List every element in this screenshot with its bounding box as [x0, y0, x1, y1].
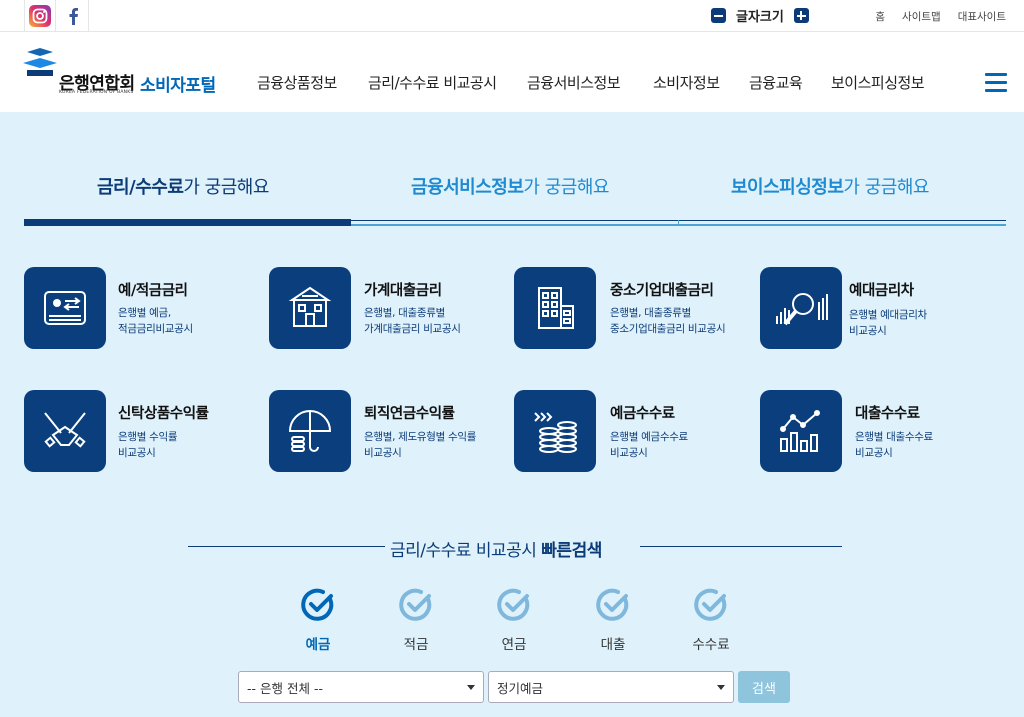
nav-financial-education[interactable]: 금융교육 — [749, 72, 803, 93]
tab-divider — [678, 220, 679, 226]
tab-rest: 가 궁금해요 — [523, 177, 609, 198]
check-circle-icon — [301, 588, 334, 621]
menu-hamburger-icon[interactable] — [985, 73, 1007, 93]
check-circle-icon — [399, 588, 432, 621]
quick-option-loan[interactable]: 대출 — [583, 588, 643, 653]
building-icon — [538, 287, 574, 329]
card-deposit-rate[interactable] — [24, 267, 106, 349]
option-label: 수수료 — [692, 637, 730, 653]
passbook-icon — [44, 291, 86, 325]
quick-option-fee[interactable]: 수수료 — [681, 588, 741, 653]
tab-rest: 가 궁금해요 — [843, 177, 929, 198]
product-select-value: 정기예금 — [497, 680, 544, 696]
umbrella-coins-icon — [288, 410, 332, 452]
tab-financial-services[interactable]: 금융서비스정보가 궁금해요 — [411, 173, 609, 199]
tab-voice-phishing[interactable]: 보이스피싱정보가 궁금해요 — [731, 173, 929, 199]
site-header: 은행연합회 KOREA FEDERATION OF BANKS 소비자포털 금융… — [0, 32, 1024, 112]
card-description: 은행별 예금수수료 비교공시 — [610, 431, 688, 459]
card-title[interactable]: 중소기업대출금리 — [610, 279, 714, 300]
bank-select[interactable]: -- 은행 전체 -- — [238, 671, 484, 703]
tab-rest: 가 궁금해요 — [183, 177, 269, 198]
portal-title[interactable]: 소비자포털 — [140, 71, 216, 96]
instagram-icon — [29, 4, 51, 27]
font-decrease-button[interactable] — [711, 8, 726, 23]
tab-strong: 금융서비스정보 — [411, 177, 524, 198]
card-title[interactable]: 예금수수료 — [610, 402, 675, 423]
card-loan-fee[interactable] — [760, 390, 842, 472]
card-deposit-fee[interactable] — [514, 390, 596, 472]
check-circle-icon — [596, 588, 629, 621]
card-title[interactable]: 예대금리차 — [849, 279, 914, 300]
tab-strong: 금리/수수료 — [97, 177, 184, 198]
facebook-link[interactable] — [57, 0, 89, 31]
card-title[interactable]: 가계대출금리 — [364, 279, 442, 300]
handshake-icon — [44, 412, 86, 448]
card-household-loan[interactable] — [269, 267, 351, 349]
option-label: 적금 — [403, 637, 429, 653]
product-select[interactable]: 정기예금 — [488, 671, 734, 703]
card-pension-return[interactable] — [269, 390, 351, 472]
card-trust-return[interactable] — [24, 390, 106, 472]
utility-links: 홈 사이트맵 대표사이트 — [875, 9, 1006, 24]
search-button[interactable]: 검색 — [738, 671, 790, 703]
divider-line — [188, 546, 385, 547]
chevron-down-icon — [467, 684, 475, 690]
card-loan-deposit-spread[interactable] — [760, 267, 842, 349]
tab-rates-fees[interactable]: 금리/수수료가 궁금해요 — [97, 173, 269, 199]
divider-line — [640, 546, 842, 547]
tab-active-indicator — [24, 219, 351, 226]
sitemap-link[interactable]: 사이트맵 — [902, 9, 941, 24]
card-description: 은행별, 대출종류별 가계대출금리 비교공시 — [364, 307, 461, 335]
font-size-label: 글자크기 — [736, 10, 784, 25]
nav-financial-services[interactable]: 금융서비스정보 — [527, 72, 621, 93]
main-site-link[interactable]: 대표사이트 — [958, 9, 1006, 24]
card-description: 은행별 수익률 비교공시 — [118, 431, 178, 459]
font-size-control: 글자크기 — [711, 6, 809, 25]
bar-chart-icon — [780, 410, 820, 452]
magnifier-chart-icon — [776, 293, 828, 326]
chevron-down-icon — [717, 684, 725, 690]
bank-select-value: -- 은행 전체 -- — [247, 680, 323, 696]
logo-subtitle: KOREA FEDERATION OF BANKS — [59, 90, 134, 95]
home-link[interactable]: 홈 — [875, 9, 885, 24]
font-increase-button[interactable] — [793, 8, 809, 23]
house-icon — [288, 286, 332, 327]
nav-rate-fee-comparison[interactable]: 금리/수수료 비교공시 — [368, 72, 497, 93]
card-description: 은행별 예금, 적금금리비교공시 — [118, 307, 193, 335]
tab-strong: 보이스피싱정보 — [731, 177, 844, 198]
logo-mark-icon — [23, 48, 57, 76]
coins-stack-icon — [534, 412, 577, 453]
option-label: 대출 — [600, 637, 626, 653]
check-circle-icon — [497, 588, 530, 621]
card-title[interactable]: 예/적금금리 — [118, 279, 188, 300]
nav-financial-products[interactable]: 금융상품정보 — [257, 72, 337, 93]
card-description: 은행별 예대금리차 비교공시 — [849, 309, 927, 337]
card-title[interactable]: 퇴직연금수익률 — [364, 402, 455, 423]
option-label: 연금 — [501, 637, 527, 653]
check-circle-icon — [694, 588, 727, 621]
card-description: 은행별, 대출종류별 중소기업대출금리 비교공시 — [610, 307, 726, 335]
instagram-link[interactable] — [24, 0, 56, 31]
nav-consumer-info[interactable]: 소비자정보 — [653, 72, 720, 93]
facebook-icon — [69, 7, 78, 25]
quick-option-pension[interactable]: 연금 — [484, 588, 544, 653]
quick-option-savings[interactable]: 적금 — [386, 588, 446, 653]
card-title[interactable]: 대출수수료 — [855, 402, 920, 423]
card-description: 은행별, 제도유형별 수익률 비교공시 — [364, 431, 477, 459]
top-utility-bar: 글자크기 홈 사이트맵 대표사이트 — [0, 0, 1024, 32]
card-description: 은행별 대출수수료 비교공시 — [855, 431, 933, 459]
nav-voice-phishing[interactable]: 보이스피싱정보 — [831, 72, 925, 93]
option-label: 예금 — [305, 637, 331, 653]
card-title[interactable]: 신탁상품수익률 — [118, 402, 209, 423]
quick-search-title: 금리/수수료 비교공시 빠른검색 — [390, 541, 602, 561]
quick-option-deposit[interactable]: 예금 — [288, 588, 348, 653]
card-sme-loan[interactable] — [514, 267, 596, 349]
